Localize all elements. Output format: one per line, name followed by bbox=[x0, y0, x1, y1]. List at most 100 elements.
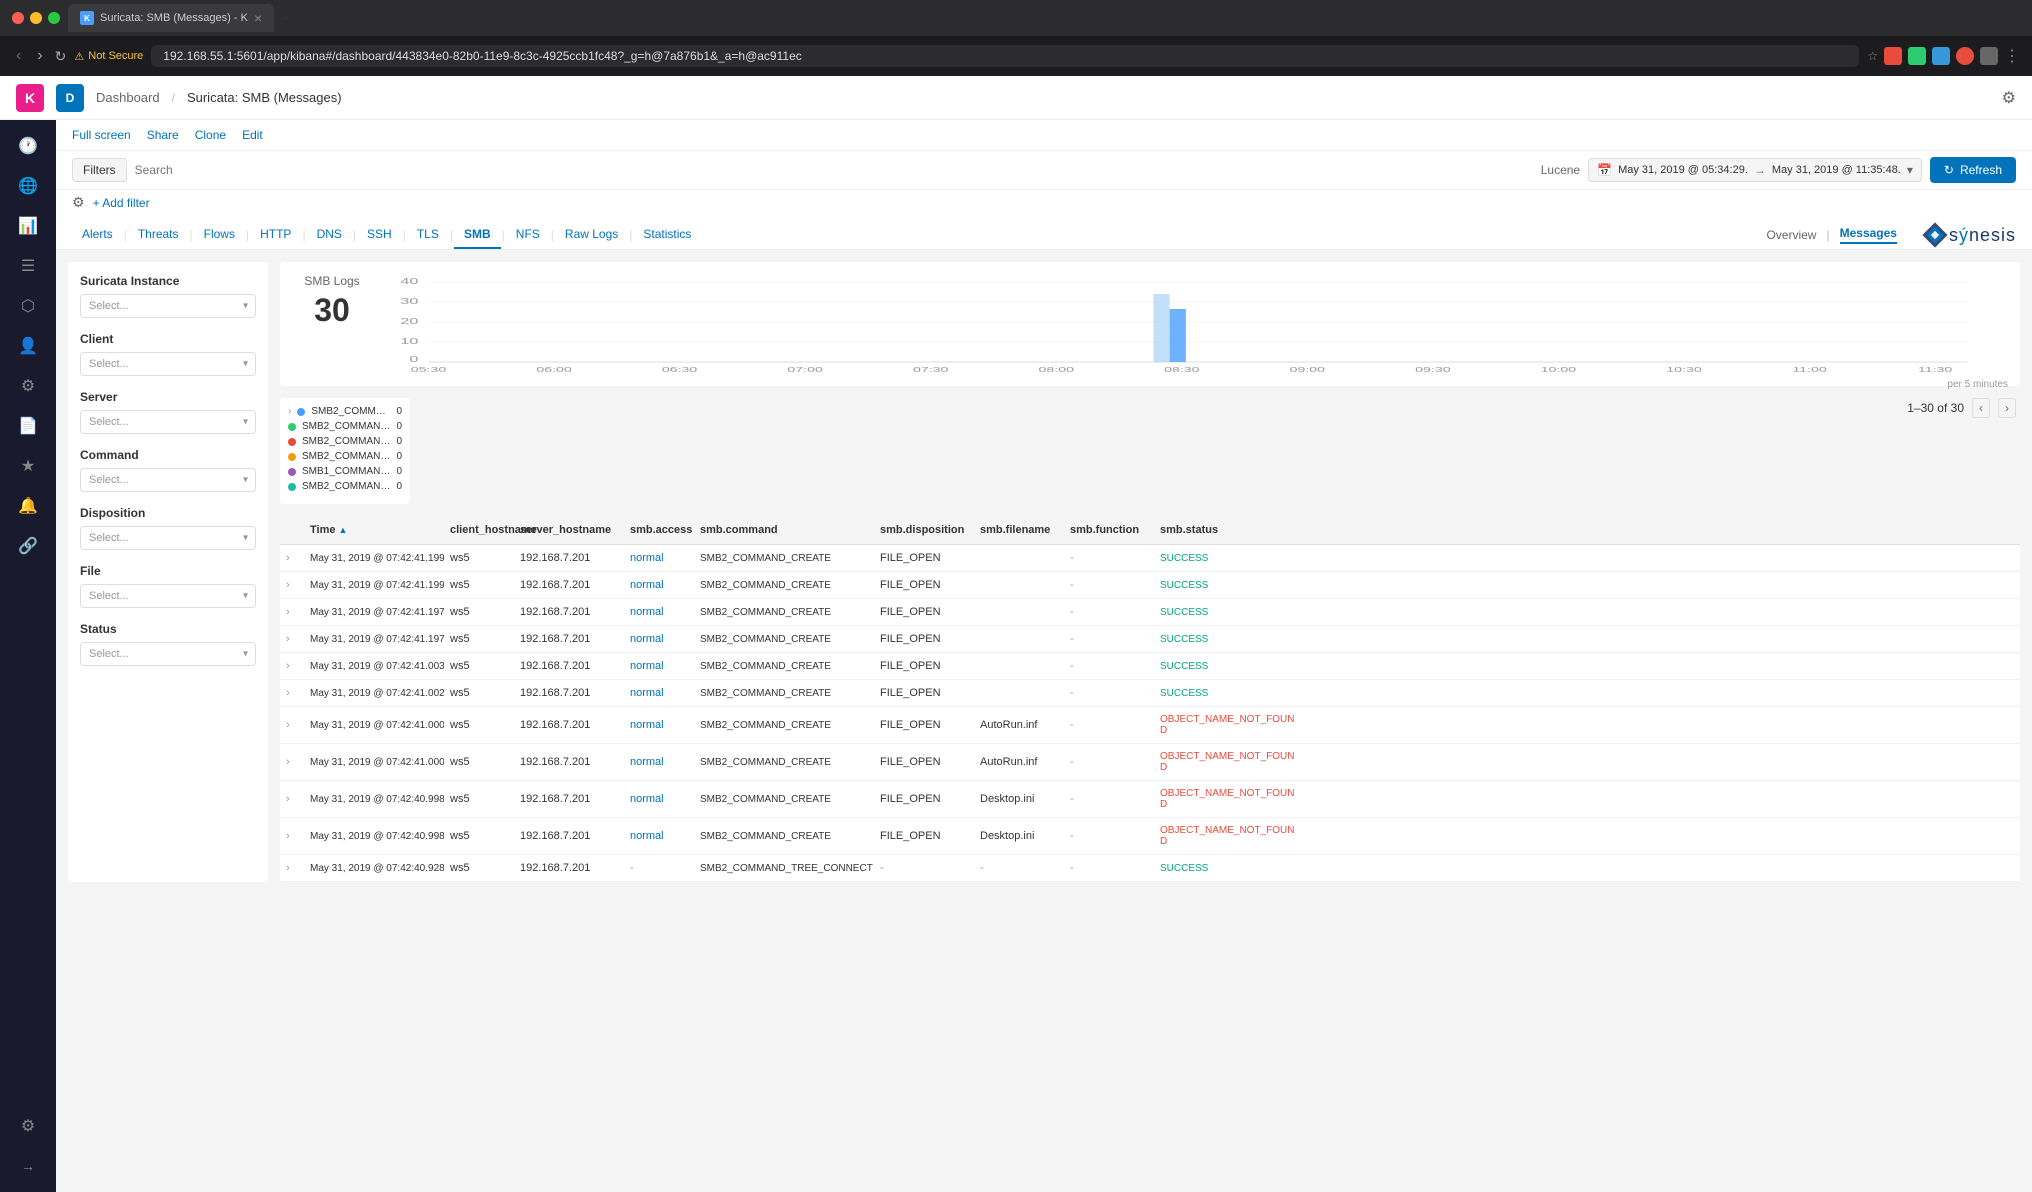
extension-3[interactable] bbox=[1932, 47, 1950, 65]
sidebar-item-layer[interactable]: ⬡ bbox=[10, 288, 46, 324]
row-expand-0[interactable]: › bbox=[280, 545, 304, 571]
client-select[interactable]: Select... bbox=[80, 352, 256, 376]
tab-raw-logs[interactable]: Raw Logs bbox=[555, 221, 628, 249]
browser-tab[interactable]: K Suricata: SMB (Messages) - K × bbox=[68, 4, 274, 32]
close-dot[interactable] bbox=[12, 12, 24, 24]
tab-statistics[interactable]: Statistics bbox=[633, 221, 701, 249]
row-client-10: ws5 bbox=[444, 855, 514, 881]
status-select[interactable]: Select... bbox=[80, 642, 256, 666]
sidebar-item-star[interactable]: ★ bbox=[10, 448, 46, 484]
row-expand-6[interactable]: › bbox=[280, 707, 304, 743]
th-server-hostname[interactable]: server_hostname bbox=[514, 516, 624, 544]
sidebar-item-settings[interactable]: ⚙ bbox=[10, 1108, 46, 1144]
row-expand-2[interactable]: › bbox=[280, 599, 304, 625]
fullscreen-dot[interactable] bbox=[48, 12, 60, 24]
refresh-button[interactable]: ↻ Refresh bbox=[1930, 157, 2016, 183]
share-button[interactable]: Share bbox=[147, 128, 179, 142]
reload-button[interactable]: ↻ bbox=[55, 48, 67, 65]
sidebar-item-globe[interactable]: 🌐 bbox=[10, 168, 46, 204]
lucene-badge[interactable]: Lucene bbox=[1541, 163, 1580, 177]
content-area: Full screen Share Clone Edit Filters Luc… bbox=[56, 120, 2032, 1192]
extension-4[interactable] bbox=[1956, 47, 1974, 65]
forward-button[interactable]: › bbox=[33, 43, 46, 69]
th-smb-filename[interactable]: smb.filename bbox=[974, 516, 1064, 544]
row-disposition-1: FILE_OPEN bbox=[874, 572, 974, 598]
command-select[interactable]: Select... bbox=[80, 468, 256, 492]
legend-count-1: 0 bbox=[396, 421, 402, 432]
prev-page-button[interactable]: ‹ bbox=[1972, 398, 1990, 418]
back-button[interactable]: ‹ bbox=[12, 43, 25, 69]
gear-icon[interactable]: ⚙ bbox=[72, 194, 85, 211]
server-select[interactable]: Select... bbox=[80, 410, 256, 434]
row-expand-5[interactable]: › bbox=[280, 680, 304, 706]
sidebar-item-alert[interactable]: 🔔 bbox=[10, 488, 46, 524]
table-row: › May 31, 2019 @ 07:42:41.002 ws5 192.16… bbox=[280, 680, 2020, 707]
date-picker[interactable]: 📅 May 31, 2019 @ 05:34:29. → May 31, 201… bbox=[1588, 158, 1922, 182]
th-time[interactable]: Time ▲ bbox=[304, 516, 444, 544]
tab-smb[interactable]: SMB bbox=[454, 221, 501, 249]
tab-messages[interactable]: Messages bbox=[1840, 226, 1897, 244]
row-disposition-9: FILE_OPEN bbox=[874, 818, 974, 854]
th-smb-disposition[interactable]: smb.disposition bbox=[874, 516, 974, 544]
extension-1[interactable] bbox=[1884, 47, 1902, 65]
file-select[interactable]: Select... bbox=[80, 584, 256, 608]
tab-close-button[interactable]: × bbox=[254, 10, 262, 26]
filters-button[interactable]: Filters bbox=[72, 158, 127, 182]
url-bar[interactable]: 192.168.55.1:5601/app/kibana#/dashboard/… bbox=[151, 45, 1859, 67]
row-expand-9[interactable]: › bbox=[280, 818, 304, 854]
tab-nfs[interactable]: NFS bbox=[506, 221, 550, 249]
tab-dns[interactable]: DNS bbox=[307, 221, 352, 249]
th-smb-status[interactable]: smb.status bbox=[1154, 516, 1304, 544]
th-smb-command[interactable]: smb.command bbox=[694, 516, 874, 544]
sidebar-item-user[interactable]: 👤 bbox=[10, 328, 46, 364]
tab-alerts[interactable]: Alerts bbox=[72, 221, 123, 249]
row-status-9: OBJECT_NAME_NOT_FOUND bbox=[1154, 818, 1304, 854]
clone-button[interactable]: Clone bbox=[195, 128, 226, 142]
legend-chevron-0[interactable]: › bbox=[288, 406, 291, 417]
row-disposition-4: FILE_OPEN bbox=[874, 653, 974, 679]
sidebar-item-list[interactable]: ☰ bbox=[10, 248, 46, 284]
row-expand-3[interactable]: › bbox=[280, 626, 304, 652]
tab-ssh[interactable]: SSH bbox=[357, 221, 402, 249]
row-client-5: ws5 bbox=[444, 680, 514, 706]
sidebar-item-cog[interactable]: ⚙ bbox=[10, 368, 46, 404]
minimize-dot[interactable] bbox=[30, 12, 42, 24]
tab-flows[interactable]: Flows bbox=[194, 221, 245, 249]
calendar-icon: 📅 bbox=[1597, 163, 1612, 177]
extension-5[interactable] bbox=[1980, 47, 1998, 65]
edit-button[interactable]: Edit bbox=[242, 128, 263, 142]
svg-text:10: 10 bbox=[400, 336, 418, 345]
th-client-hostname[interactable]: client_hostname bbox=[444, 516, 514, 544]
full-screen-button[interactable]: Full screen bbox=[72, 128, 131, 142]
sidebar-item-network[interactable]: 🔗 bbox=[10, 528, 46, 564]
browser-menu-button[interactable]: ⋮ bbox=[2004, 46, 2020, 66]
tab-tls[interactable]: TLS bbox=[407, 221, 449, 249]
next-page-button[interactable]: › bbox=[1998, 398, 2016, 418]
th-smb-function[interactable]: smb.function bbox=[1064, 516, 1154, 544]
row-expand-8[interactable]: › bbox=[280, 781, 304, 817]
sidebar-expand-button[interactable]: → bbox=[10, 1148, 46, 1184]
bookmark-icon[interactable]: ☆ bbox=[1867, 49, 1878, 63]
tab-http[interactable]: HTTP bbox=[250, 221, 301, 249]
sidebar-item-clock[interactable]: 🕐 bbox=[10, 128, 46, 164]
row-expand-7[interactable]: › bbox=[280, 744, 304, 780]
th-smb-access[interactable]: smb.access bbox=[624, 516, 694, 544]
row-server-10: 192.168.7.201 bbox=[514, 855, 624, 881]
row-expand-10[interactable]: › bbox=[280, 855, 304, 881]
new-tab-button[interactable]: + bbox=[282, 11, 289, 25]
sidebar-item-chart[interactable]: 📊 bbox=[10, 208, 46, 244]
sidebar-item-document[interactable]: 📄 bbox=[10, 408, 46, 444]
svg-text:07:00: 07:00 bbox=[787, 366, 822, 374]
extension-2[interactable] bbox=[1908, 47, 1926, 65]
disposition-select[interactable]: Select... bbox=[80, 526, 256, 550]
row-expand-4[interactable]: › bbox=[280, 653, 304, 679]
row-expand-1[interactable]: › bbox=[280, 572, 304, 598]
dashboard-breadcrumb[interactable]: Dashboard bbox=[96, 90, 160, 105]
search-input[interactable] bbox=[135, 163, 1533, 177]
tab-threats[interactable]: Threats bbox=[128, 221, 189, 249]
add-filter-button[interactable]: + Add filter bbox=[93, 196, 150, 210]
suricata-instance-select[interactable]: Select... bbox=[80, 294, 256, 318]
settings-button[interactable]: ⚙ bbox=[2002, 88, 2016, 108]
row-filename-1 bbox=[974, 572, 1064, 598]
tab-overview[interactable]: Overview bbox=[1766, 228, 1816, 242]
